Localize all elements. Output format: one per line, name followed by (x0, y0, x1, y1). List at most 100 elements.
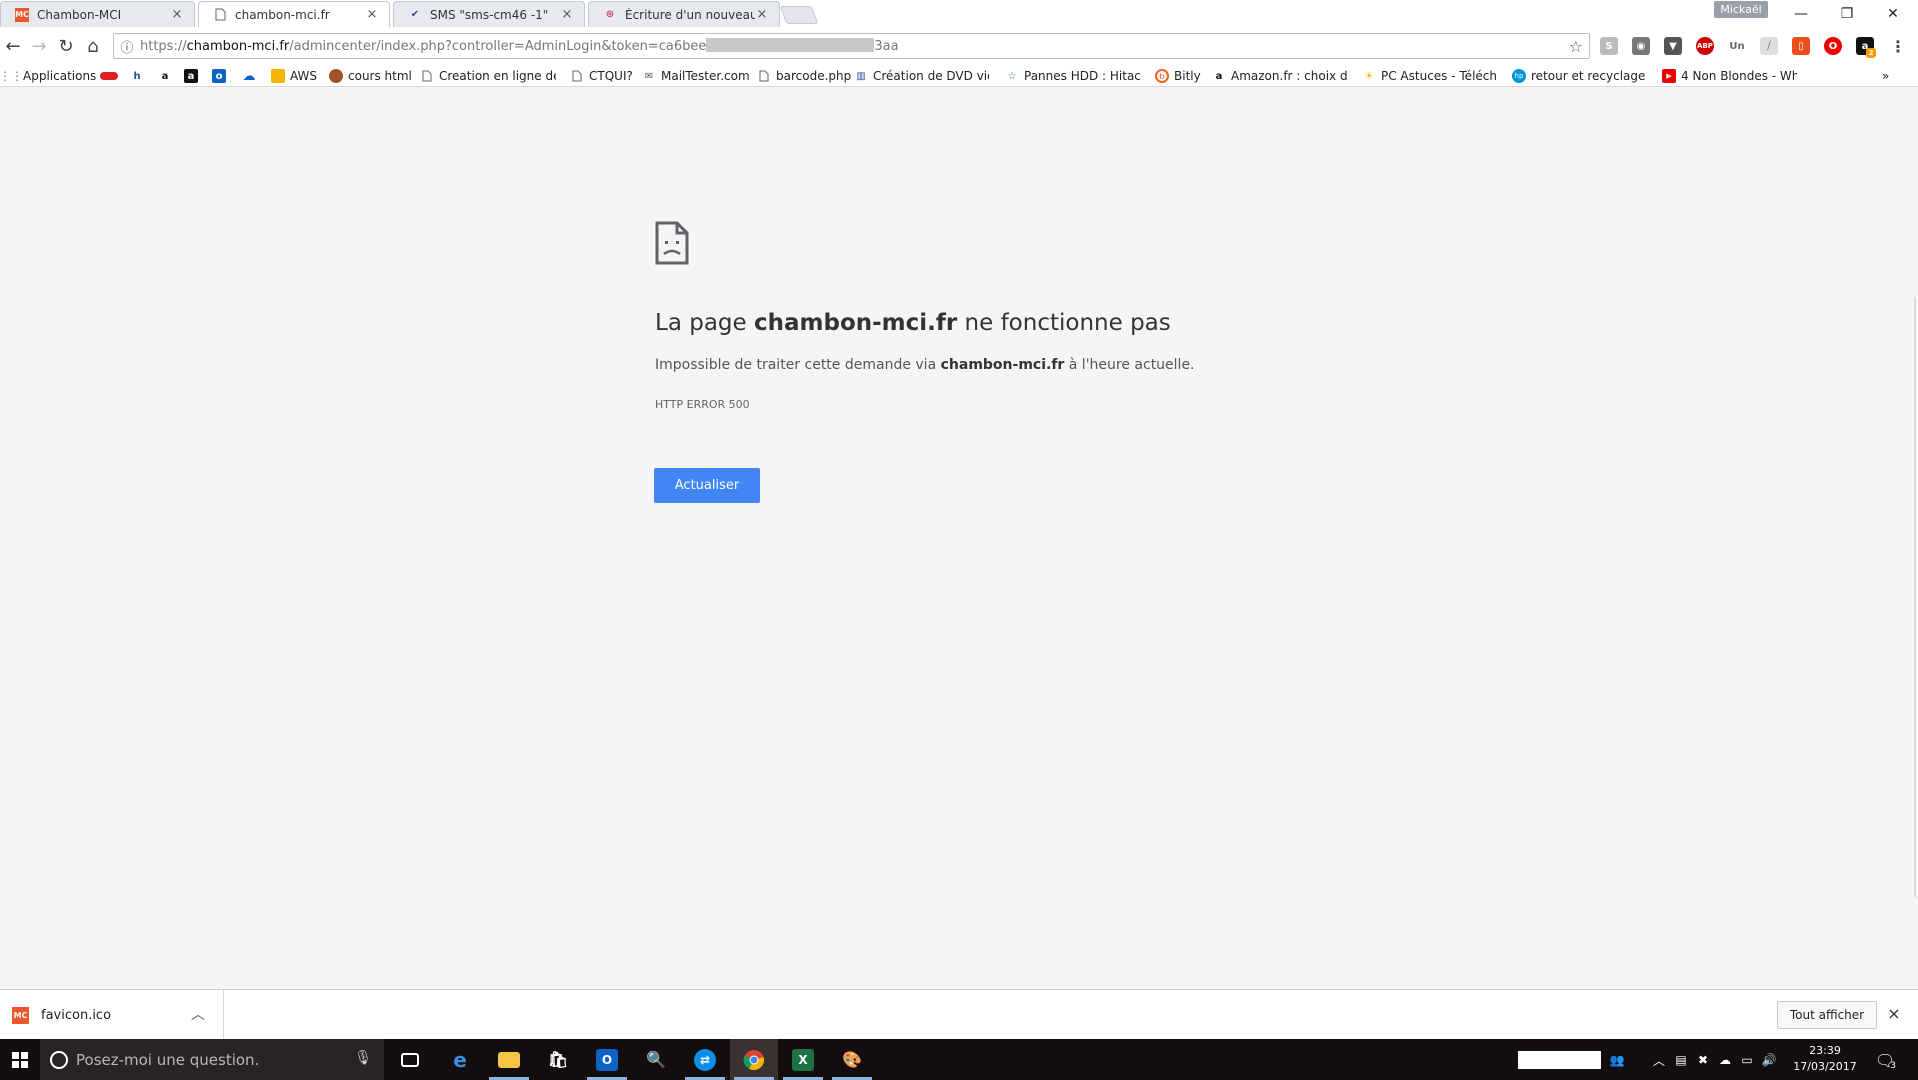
pdf-extension-icon[interactable]: ⧸ (1760, 37, 1778, 55)
chrome-icon[interactable] (730, 1039, 778, 1080)
tray-input-box[interactable] (1518, 1051, 1601, 1069)
tab-label: chambon-mci.fr (235, 7, 330, 22)
eye-extension-icon[interactable]: ◉ (1632, 37, 1650, 55)
page-favicon-icon (213, 8, 227, 22)
edge-icon[interactable]: e (436, 1039, 484, 1080)
magnifier-icon[interactable]: 🔍 (632, 1039, 680, 1080)
new-tab-button[interactable] (779, 6, 819, 24)
aws-box-icon (271, 69, 285, 83)
restore-icon[interactable]: ❐ (1824, 0, 1870, 27)
close-shelf-icon[interactable]: × (1884, 1004, 1904, 1024)
bookmark-hp-recyclage[interactable]: hp retour et recyclage de (1512, 65, 1647, 87)
profile-button[interactable]: Mickaël (1714, 1, 1768, 18)
scrollbar-track[interactable] (1914, 297, 1916, 897)
bookmark-star-icon[interactable]: ☆ (1569, 37, 1583, 56)
cloud-icon: ☁ (242, 68, 256, 84)
bookmark-mailtester[interactable]: ✉ MailTester.com (642, 65, 750, 87)
chevron-up-icon[interactable]: ︿ (1650, 1051, 1668, 1069)
cortana-circle-icon (50, 1050, 68, 1069)
bookmark-red[interactable] (100, 65, 123, 87)
menu-dots-icon[interactable]: ⋮ (1889, 37, 1907, 56)
file-explorer-icon[interactable] (485, 1039, 533, 1080)
title-prefix: La page (655, 310, 754, 336)
site-info-icon[interactable]: ⓘ (114, 37, 140, 56)
reload-icon[interactable]: ↻ (53, 33, 79, 59)
store-icon[interactable]: 🛍 (534, 1039, 582, 1080)
bookmark-amazon[interactable]: a (158, 65, 177, 87)
microphone-icon[interactable]: 🎙 (354, 1050, 372, 1066)
people-icon[interactable]: 👥 (1608, 1051, 1626, 1069)
windows-taskbar: Posez-moi une question. 🎙 e 🛍 O 🔍 ⇄ X 🎨 … (0, 1039, 1918, 1080)
system-clock[interactable]: 23:39 17/03/2017 (1790, 1043, 1860, 1075)
opera-extension-icon[interactable]: O (1824, 37, 1842, 55)
tab-close-icon[interactable]: × (755, 7, 769, 22)
skype-extension-icon[interactable]: S (1600, 37, 1618, 55)
bookmark-onedrive[interactable]: ☁ (242, 65, 261, 87)
minimize-icon[interactable]: — (1778, 0, 1824, 27)
bookmark-label: Bitly (1174, 69, 1201, 83)
bookmark-pannes-hdd[interactable]: ☆ Pannes HDD : Hitachi (1005, 65, 1141, 87)
bookmark-amazon-dark[interactable]: a (184, 65, 203, 87)
browser-toolbar: ← → ↻ ⌂ ⓘ https://chambon-mci.fr/admince… (0, 27, 1918, 65)
device-icon[interactable]: ▤ (1672, 1051, 1690, 1069)
bookmark-aws[interactable]: AWS (271, 65, 317, 87)
show-all-downloads-button[interactable]: Tout afficher (1777, 1001, 1877, 1029)
network-x-icon[interactable]: ✖ (1694, 1051, 1712, 1069)
teamviewer-icon[interactable]: ⇄ (681, 1039, 729, 1080)
notifications-icon[interactable]: 🗨 3 (1870, 1047, 1900, 1073)
error-title: La page chambon-mci.fr ne fonctionne pas (655, 310, 1171, 336)
bookmark-outlook[interactable]: o (212, 65, 231, 87)
tab-close-icon[interactable]: × (365, 7, 379, 22)
volume-icon[interactable]: 🔊 (1760, 1051, 1778, 1069)
bookmark-pc-astuces[interactable]: ☀ PC Astuces - Téléchar (1362, 65, 1497, 87)
windows-start-icon[interactable] (0, 1039, 40, 1080)
bookmark-label: MailTester.com (661, 69, 750, 83)
bookmark-h[interactable]: h (130, 65, 149, 87)
onedrive-icon[interactable]: ☁ (1716, 1051, 1734, 1069)
bookmark-applications[interactable]: ⋮⋮ Applications (4, 65, 96, 87)
address-url[interactable]: https://chambon-mci.fr/admincenter/index… (140, 38, 899, 54)
bookmark-creation-dvd[interactable]: ▥ Création de DVD vidé (854, 65, 989, 87)
tab-close-icon[interactable]: × (560, 7, 574, 22)
forward-arrow-icon[interactable]: → (26, 33, 52, 59)
unshorten-extension-icon[interactable]: Un (1728, 37, 1746, 55)
bookmark-label: Applications (23, 69, 97, 83)
bookmark-ctqui[interactable]: CTQUI? (570, 65, 633, 87)
download-item[interactable]: MC favicon.ico ︿ (0, 990, 224, 1040)
tab-close-icon[interactable]: × (170, 7, 184, 22)
red-pill-icon (100, 72, 118, 80)
tab-sms[interactable]: ✔ SMS "sms-cm46 -1" × (393, 1, 585, 27)
excel-icon[interactable]: X (779, 1039, 827, 1080)
office-extension-icon[interactable]: ▯ (1792, 37, 1810, 55)
tab-chambon-mci[interactable]: MC Chambon-MCI × (0, 1, 195, 27)
task-view-icon[interactable] (386, 1039, 434, 1080)
chevron-up-icon[interactable]: ︿ (191, 1004, 205, 1024)
amazon-badge: 2 (1866, 48, 1876, 58)
close-window-icon[interactable]: ✕ (1870, 0, 1916, 27)
adblock-extension-icon[interactable]: ABP (1696, 37, 1714, 55)
bookmark-4-non-blondes[interactable]: ▶ 4 Non Blondes - What (1662, 65, 1797, 87)
tab-ecriture[interactable]: ⊛ Écriture d'un nouveau su × (588, 1, 780, 27)
bookmark-creation-en-ligne[interactable]: Creation en ligne de g (420, 65, 556, 87)
outlook-icon[interactable]: O (583, 1039, 631, 1080)
search-placeholder: Posez-moi une question. (76, 1050, 260, 1069)
bookmarks-overflow-icon[interactable]: » (1882, 65, 1889, 87)
bookmark-label: CTQUI? (589, 69, 633, 83)
back-arrow-icon[interactable]: ← (0, 33, 26, 59)
bookmark-cours-html[interactable]: cours html (329, 65, 412, 87)
home-icon[interactable]: ⌂ (80, 33, 106, 59)
page-icon (420, 69, 434, 83)
bookmark-bitly[interactable]: b Bitly (1155, 65, 1201, 87)
bookmark-label: Amazon.fr : choix d'ac (1231, 69, 1347, 83)
reload-button[interactable]: Actualiser (654, 468, 760, 503)
tab-chambon-mci-fr[interactable]: chambon-mci.fr × (198, 1, 390, 27)
address-bar[interactable]: ⓘ https://chambon-mci.fr/admincenter/ind… (113, 33, 1590, 59)
paint-icon[interactable]: 🎨 (828, 1039, 876, 1080)
shield-extension-icon[interactable]: ▼ (1664, 37, 1682, 55)
cortana-search-box[interactable]: Posez-moi une question. 🎙 (40, 1039, 384, 1080)
bookmark-barcode[interactable]: barcode.php (757, 65, 851, 87)
url-path-end: 3aa (874, 39, 899, 54)
display-icon[interactable]: ▭ (1738, 1051, 1756, 1069)
tab-label: Chambon-MCI (37, 7, 122, 22)
bookmark-amazon-fr[interactable]: a Amazon.fr : choix d'ac (1212, 65, 1347, 87)
